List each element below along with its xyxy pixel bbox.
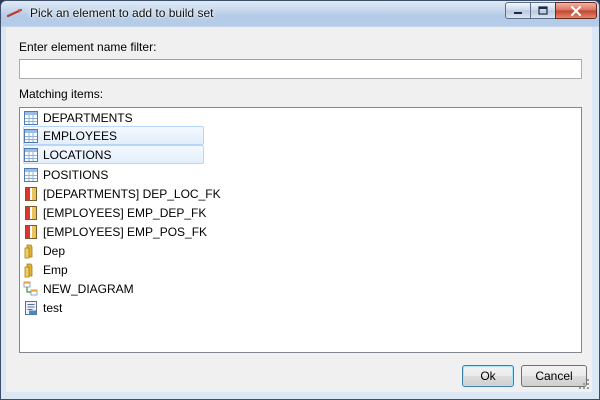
list-item-label: [EMPLOYEES] EMP_POS_FK: [43, 224, 208, 239]
list-item-dep[interactable]: Dep: [23, 241, 65, 260]
list-item-dep-loc-fk[interactable]: [DEPARTMENTS] DEP_LOC_FK: [23, 184, 221, 203]
list-item-label: POSITIONS: [43, 167, 109, 182]
minimize-icon: [514, 11, 522, 14]
list-item-emp-dep-fk[interactable]: [EMPLOYEES] EMP_DEP_FK: [23, 203, 206, 222]
resize-grip-icon[interactable]: [579, 379, 590, 390]
list-item-label: NEW_DIAGRAM: [43, 281, 134, 296]
table-icon: [24, 147, 38, 162]
maximize-icon: [538, 6, 548, 15]
list-item-label: EMPLOYEES: [43, 128, 118, 143]
list-item-label: Emp: [43, 262, 68, 277]
window-title: Pick an element to add to build set: [30, 6, 214, 20]
table-icon: [24, 167, 38, 182]
table-icon: [24, 128, 38, 143]
list-item-test[interactable]: test: [23, 298, 62, 317]
title-bar[interactable]: Pick an element to add to build set: [1, 1, 599, 26]
list-item-positions[interactable]: POSITIONS: [23, 165, 108, 184]
list-item-departments[interactable]: DEPARTMENTS: [23, 108, 133, 127]
dialog-window: Pick an element to add to build set Ente…: [0, 0, 600, 400]
app-icon: [7, 8, 23, 18]
minimize-button[interactable]: [505, 2, 531, 19]
close-button[interactable]: [555, 2, 597, 19]
folder-icon: [24, 244, 33, 258]
matching-items-label: Matching items:: [19, 87, 104, 101]
table-icon: [24, 110, 38, 125]
cancel-button[interactable]: Cancel: [521, 365, 587, 387]
filter-label: Enter element name filter:: [19, 40, 157, 54]
element-name-filter-input[interactable]: [19, 59, 582, 79]
matching-items-list[interactable]: DEPARTMENTS EMPLOYEES LOCATIONS POSITION…: [19, 107, 582, 353]
folder-icon: [24, 263, 33, 277]
foreign-key-icon: [25, 186, 37, 201]
ok-button[interactable]: Ok: [462, 365, 514, 387]
diagram-icon: [23, 281, 38, 295]
foreign-key-icon: [25, 205, 37, 220]
list-item-label: DEPARTMENTS: [43, 110, 133, 125]
list-item-emp-pos-fk[interactable]: [EMPLOYEES] EMP_POS_FK: [23, 222, 207, 241]
list-item-label: LOCATIONS: [43, 147, 112, 162]
list-item-label: test: [43, 300, 63, 315]
close-icon: [571, 5, 581, 16]
script-icon: [25, 300, 37, 315]
dialog-body: Enter element name filter: Matching item…: [6, 27, 592, 392]
list-item-label: Dep: [43, 243, 66, 258]
list-item-label: [DEPARTMENTS] DEP_LOC_FK: [43, 186, 221, 201]
list-item-emp[interactable]: Emp: [23, 260, 68, 279]
maximize-button[interactable]: [530, 2, 556, 19]
list-item-locations[interactable]: LOCATIONS: [23, 145, 204, 164]
list-item-new-diagram[interactable]: NEW_DIAGRAM: [23, 279, 134, 298]
foreign-key-icon: [25, 224, 37, 239]
list-item-label: [EMPLOYEES] EMP_DEP_FK: [43, 205, 207, 220]
list-item-employees[interactable]: EMPLOYEES: [23, 126, 204, 145]
